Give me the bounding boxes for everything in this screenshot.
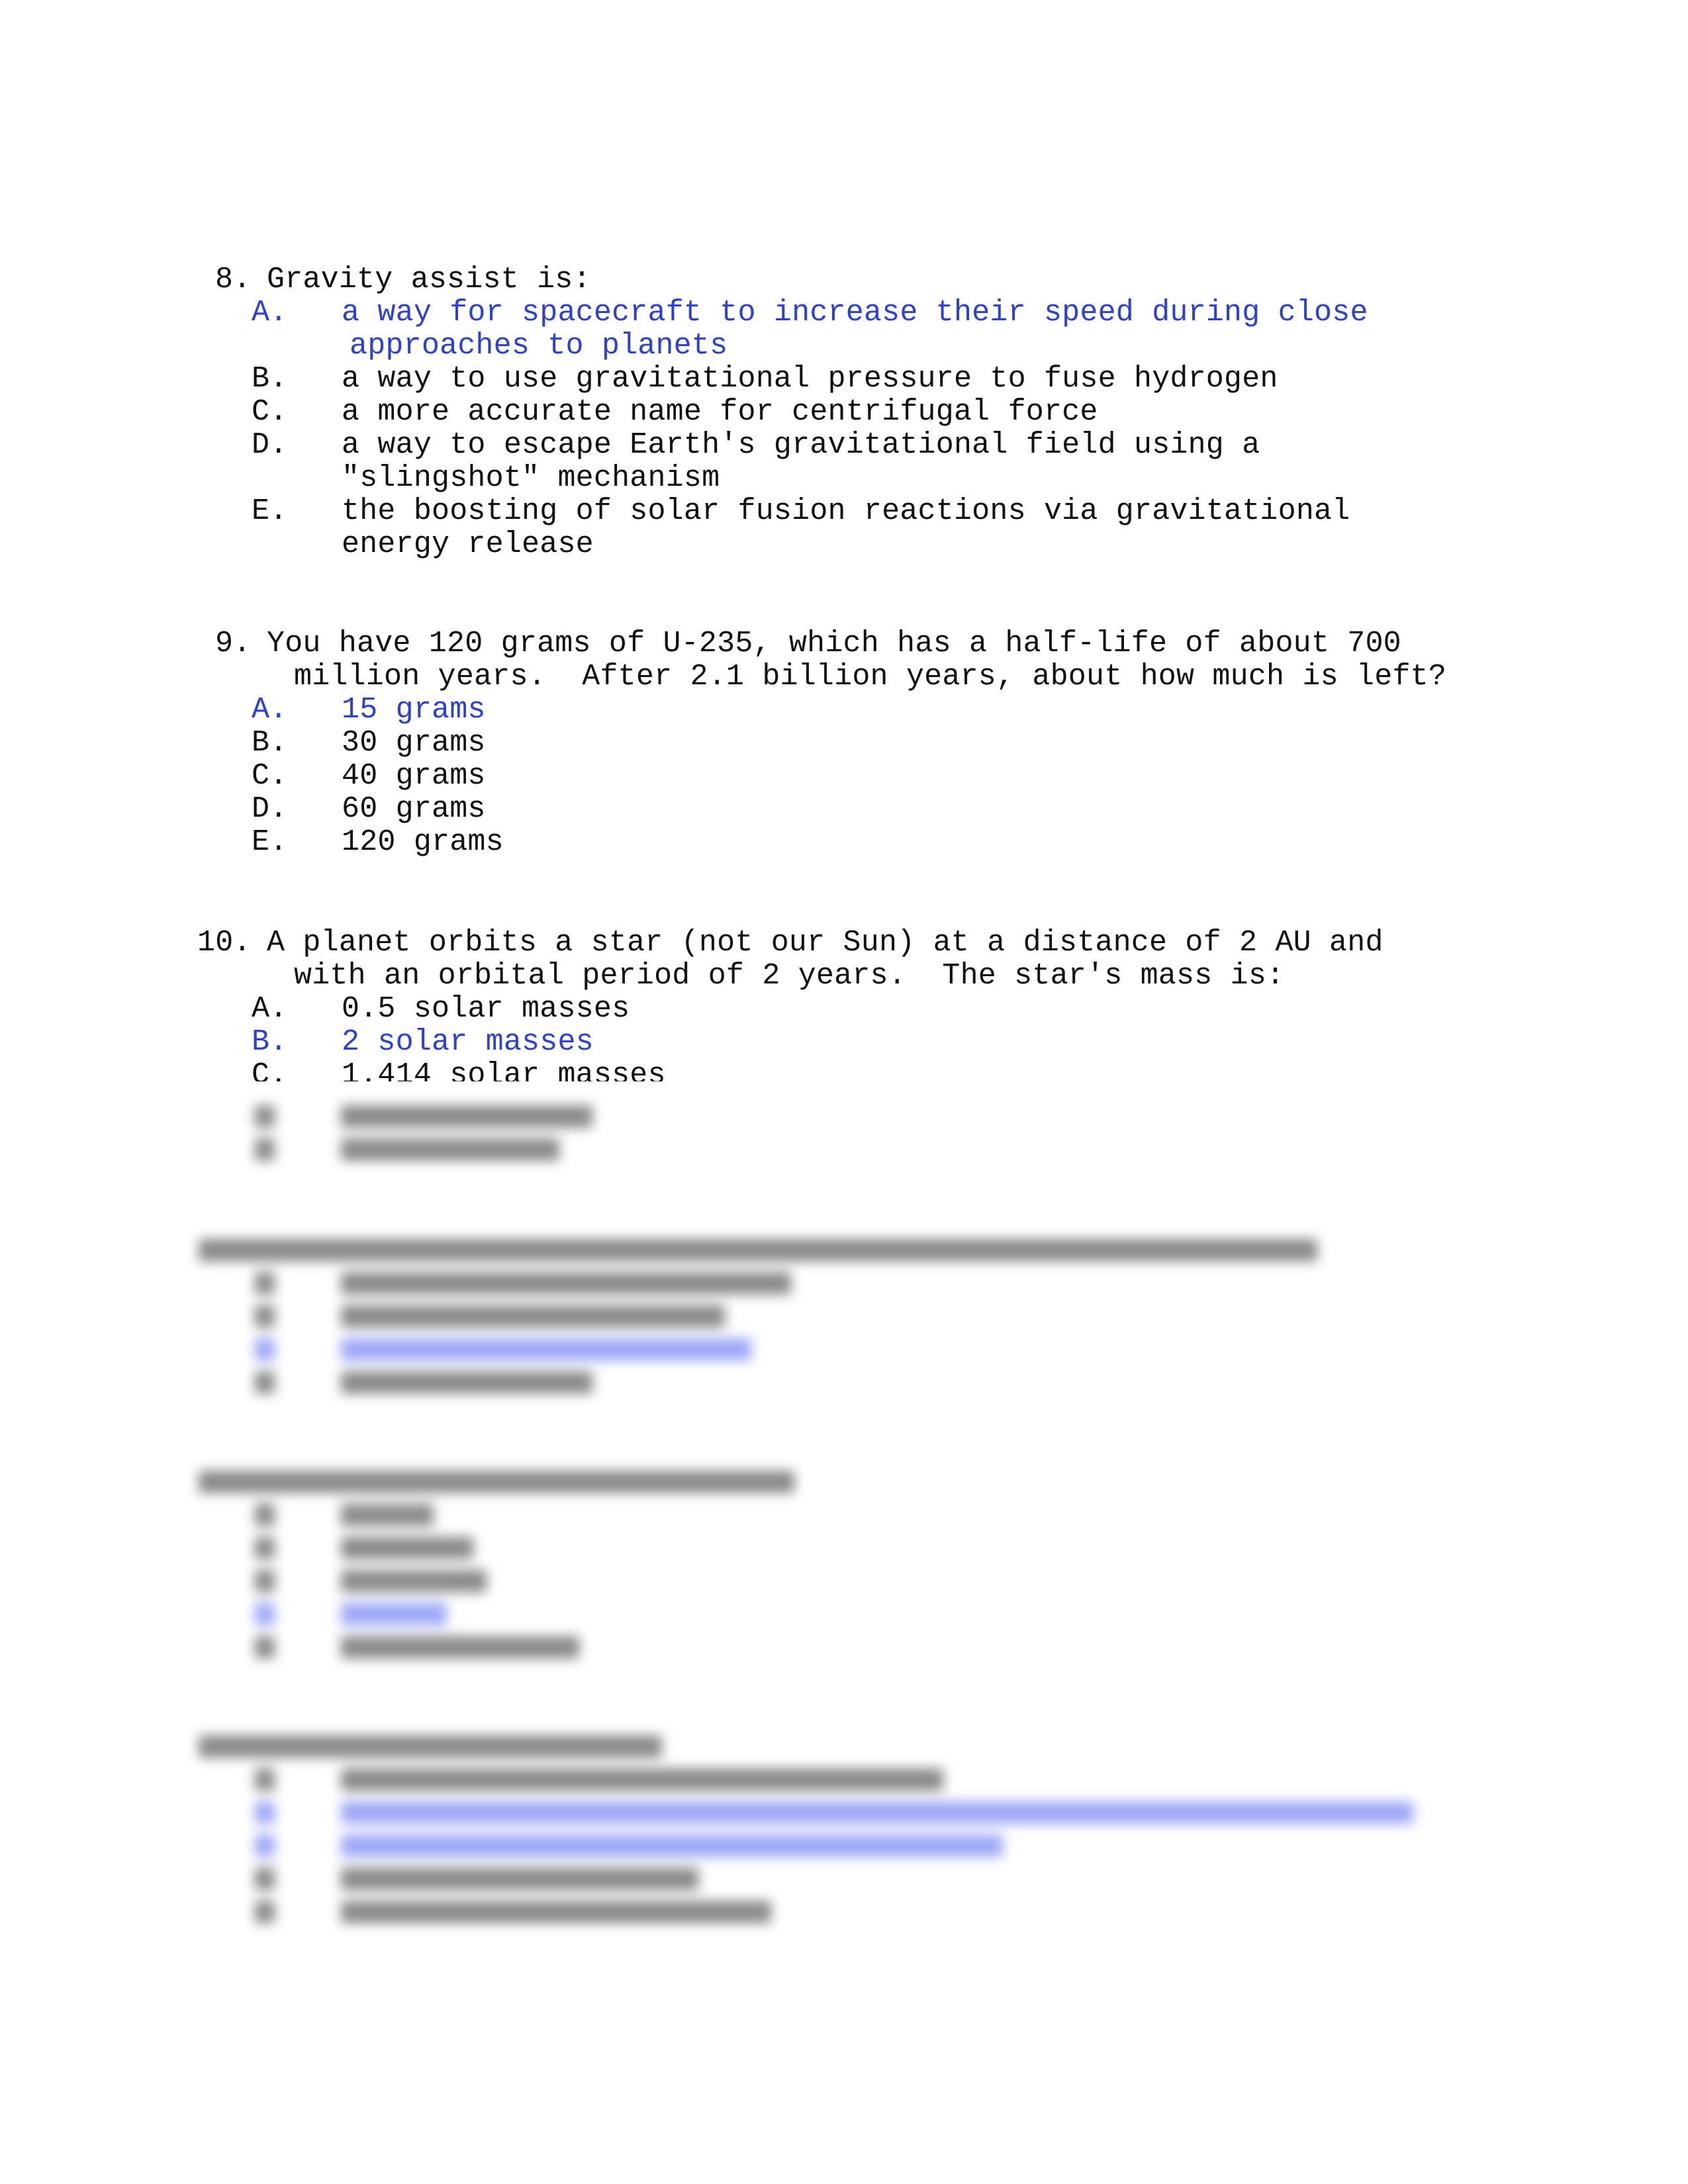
option-text: 40 grams (342, 759, 486, 793)
option-text: a way to use gravitational pressure to f… (342, 362, 1278, 396)
option-text: a way to escape Earth's gravitational fi… (342, 428, 1260, 462)
option-text: 15 grams (342, 693, 486, 727)
option-letter: A. (252, 693, 288, 727)
option-text: 30 grams (342, 726, 486, 760)
question-number: 10. (197, 926, 252, 960)
option-letter: C. (252, 395, 288, 429)
option-letter: A. (252, 992, 288, 1026)
question-number: 8. (215, 263, 252, 296)
option-text: "slingshot" mechanism (342, 461, 720, 495)
blurred-content-region (0, 1079, 1688, 1939)
partially-visible-option: C. 1.414 solar masses (245, 1059, 708, 1081)
option-letter: E. (252, 825, 288, 859)
option-letter: D. (252, 792, 288, 826)
option-text: a more accurate name for centrifugal for… (342, 395, 1098, 429)
option-text: the boosting of solar fusion reactions v… (342, 494, 1350, 528)
question-stem: Gravity assist is: (267, 263, 591, 296)
option-letter: E. (252, 494, 288, 528)
option-text: 1.414 solar masses (342, 1059, 666, 1081)
question-stem: A planet orbits a star (not our Sun) at … (267, 926, 1383, 960)
option-letter: B. (252, 726, 288, 760)
option-letter: C. (252, 1059, 288, 1081)
option-letter: B. (252, 362, 288, 396)
document-page: 8. Gravity assist is: A. a way for space… (0, 0, 1688, 2184)
option-letter: C. (252, 759, 288, 793)
option-text: 0.5 solar masses (342, 992, 630, 1026)
option-letter: B. (252, 1025, 288, 1059)
question-stem: million years. After 2.1 billion years, … (294, 660, 1447, 694)
option-letter: A. (252, 296, 288, 330)
option-text: a way for spacecraft to increase their s… (342, 296, 1368, 330)
question-stem: You have 120 grams of U-235, which has a… (267, 627, 1401, 660)
option-text: energy release (342, 527, 594, 561)
option-text: 2 solar masses (342, 1025, 594, 1059)
option-text: 120 grams (342, 825, 504, 859)
question-stem: with an orbital period of 2 years. The s… (294, 959, 1285, 993)
option-text: approaches to planets (350, 329, 728, 363)
option-letter: D. (252, 428, 288, 462)
question-number: 9. (215, 627, 252, 660)
option-text: 60 grams (342, 792, 486, 826)
